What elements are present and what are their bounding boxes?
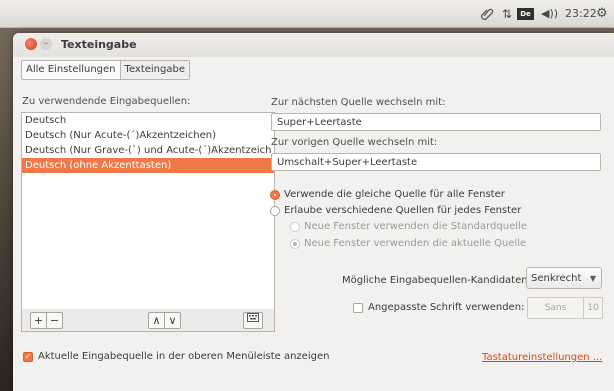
breadcrumb-text-entry[interactable]: Texteingabe [119, 61, 189, 79]
text-entry-settings-window: – Texteingabe Alle Einstellungen Textein… [13, 33, 614, 391]
paperclip-icon[interactable] [480, 5, 494, 22]
show-in-menubar-checkbox[interactable]: ✓ [23, 351, 33, 362]
input-sources-list[interactable]: Deutsch Deutsch (Nur Acute-(´)Akzentzeic… [21, 112, 275, 310]
radio-button-checked[interactable] [270, 189, 280, 200]
show-in-menubar-toggle[interactable]: ✓ Aktuelle Eingabequelle in der oberen M… [23, 351, 329, 362]
custom-font-toggle[interactable]: Angepasste Schrift verwenden: [353, 302, 524, 313]
keyboard-icon [247, 313, 259, 322]
minimize-button[interactable]: – [40, 38, 52, 50]
list-item[interactable]: Deutsch (Nur Acute-(´)Akzentzeichen) [22, 128, 274, 143]
move-up-button[interactable]: ∧ [149, 313, 164, 328]
prev-source-shortcut-field[interactable]: Umschalt+Super+Leertaste [271, 153, 601, 171]
next-source-label: Zur nächsten Quelle wechseln mit: [271, 97, 446, 108]
breadcrumb-all-settings[interactable]: Alle Einstellungen [22, 61, 120, 79]
radio-button-disabled [290, 238, 300, 249]
candidates-dropdown[interactable]: Senkrecht ▼ [526, 267, 602, 289]
radio-same-source[interactable]: Verwende die gleiche Quelle für alle Fen… [270, 189, 505, 200]
show-in-menubar-label: Aktuelle Eingabequelle in der oberen Men… [38, 351, 330, 362]
chevron-down-icon: ▼ [589, 274, 596, 283]
radio-new-windows-current: Neue Fenster verwenden die aktuelle Quel… [290, 238, 526, 249]
radio-label: Neue Fenster verwenden die aktuelle Quel… [304, 238, 527, 249]
font-size: 10 [583, 298, 602, 318]
list-item[interactable]: Deutsch [22, 113, 274, 128]
font-chooser-button: Sans 10 [527, 297, 603, 319]
radio-button-disabled [290, 221, 300, 232]
volume-icon[interactable]: ◀)) [541, 5, 558, 22]
close-button[interactable] [25, 38, 37, 50]
input-sources-toolbar: + − ∧ ∨ [21, 309, 275, 332]
radio-label: Verwende die gleiche Quelle für alle Fen… [284, 189, 505, 200]
move-down-button[interactable]: ∨ [164, 313, 180, 328]
radio-different-sources[interactable]: Erlaube verschiedene Quellen für jedes F… [270, 205, 521, 216]
next-source-shortcut-field[interactable]: Super+Leertaste [271, 113, 601, 131]
network-icon[interactable]: ⇅ [502, 5, 512, 22]
font-name: Sans [544, 303, 567, 313]
top-panel: ⇅ De ◀)) 23:22 ⚙ [0, 0, 614, 28]
gear-icon[interactable]: ⚙ [596, 5, 608, 22]
candidates-value: Senkrecht [531, 273, 582, 284]
radio-new-windows-default: Neue Fenster verwenden die Standardquell… [290, 221, 527, 232]
radio-label: Neue Fenster verwenden die Standardquell… [304, 221, 527, 232]
prev-source-label: Zur vorigen Quelle wechseln mit: [271, 137, 438, 148]
window-title: Texteingabe [61, 38, 137, 51]
keyboard-layout-label: De [517, 7, 534, 20]
list-item-selected[interactable]: Deutsch (ohne Akzenttasten) [22, 158, 274, 173]
radio-button[interactable] [270, 205, 280, 216]
custom-font-checkbox[interactable] [353, 302, 363, 313]
input-sources-label: Zu verwendende Eingabequellen: [22, 96, 191, 107]
custom-font-label: Angepasste Schrift verwenden: [368, 302, 525, 313]
radio-label: Erlaube verschiedene Quellen für jedes F… [284, 205, 522, 216]
keyboard-layout-indicator[interactable]: De [517, 5, 534, 22]
keyboard-settings-link[interactable]: Tastatureinstellungen ... [482, 352, 602, 363]
clock[interactable]: 23:22 [565, 5, 597, 22]
remove-source-button[interactable]: − [46, 313, 62, 328]
add-source-button[interactable]: + [31, 313, 46, 328]
window-titlebar[interactable]: – Texteingabe [13, 33, 614, 57]
breadcrumb: Alle Einstellungen Texteingabe [21, 60, 190, 80]
show-keyboard-layout-button[interactable] [243, 312, 263, 329]
move-group: ∧ ∨ [148, 312, 181, 329]
add-remove-group: + − [30, 312, 63, 329]
candidates-label: Mögliche Eingabequellen-Kandidaten: [342, 275, 531, 286]
list-item[interactable]: Deutsch (Nur Grave-(`) und Acute-(´)Akze… [22, 143, 274, 158]
